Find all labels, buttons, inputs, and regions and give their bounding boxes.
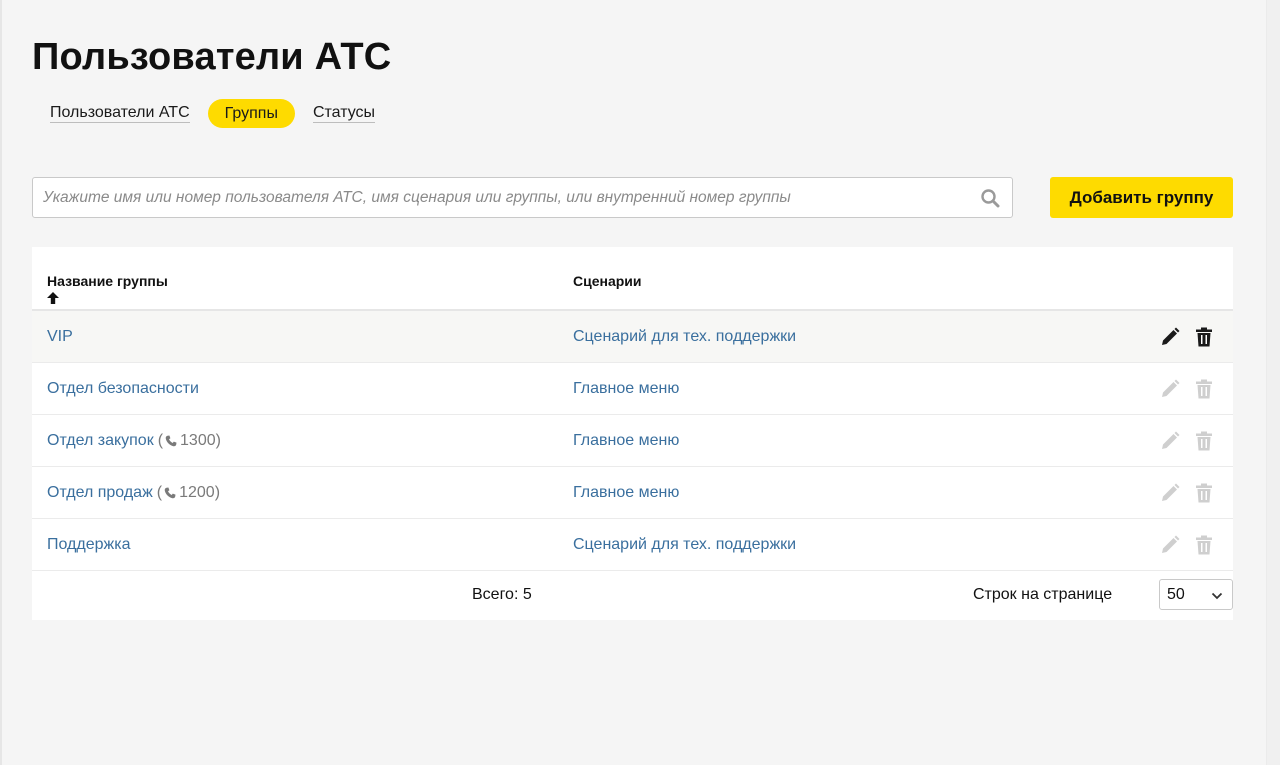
scenario-link[interactable]: Сценарий для тех. поддержки [573, 536, 796, 554]
scenario-cell: Главное меню [573, 415, 679, 467]
group-name-cell: Отдел безопасности [47, 363, 199, 415]
search-input[interactable] [33, 178, 979, 217]
trash-icon[interactable] [1193, 378, 1215, 400]
row-actions [1159, 467, 1215, 519]
column-header-scenarios: Сценарии [573, 273, 642, 289]
trash-icon[interactable] [1193, 482, 1215, 504]
phone-icon [165, 435, 177, 447]
pencil-icon[interactable] [1159, 534, 1181, 556]
column-header-name[interactable]: Название группы [47, 273, 168, 289]
table-row: Отдел закупок ( 1300 ) Главное меню [32, 415, 1233, 467]
extension-close-paren: ) [214, 484, 221, 501]
table-row: VIP Сценарий для тех. поддержки [32, 311, 1233, 363]
row-actions [1159, 311, 1215, 363]
table-row: Отдел безопасности Главное меню [32, 363, 1233, 415]
pencil-icon[interactable] [1159, 482, 1181, 504]
scenario-cell: Сценарий для тех. поддержки [573, 311, 796, 363]
row-actions [1159, 519, 1215, 571]
group-name-link[interactable]: Отдел продаж [47, 484, 153, 502]
tab-groups[interactable]: Группы [207, 99, 295, 128]
scenario-link[interactable]: Главное меню [573, 380, 679, 398]
window-left-edge [0, 0, 2, 765]
page-title: Пользователи АТС [32, 36, 392, 78]
tab-label: Группы [224, 104, 278, 122]
search-icon[interactable] [979, 187, 1001, 209]
rows-per-page-select[interactable]: 50 [1159, 579, 1233, 610]
total-count: Всего: 5 [472, 586, 532, 603]
scenario-cell: Главное меню [573, 467, 679, 519]
pencil-icon[interactable] [1159, 326, 1181, 348]
group-extension: ( 1300 ) [158, 432, 221, 450]
extension-close-paren: ) [215, 432, 221, 449]
scenario-link[interactable]: Главное меню [573, 432, 679, 450]
pencil-icon[interactable] [1159, 430, 1181, 452]
tab-bar: Пользователи АТС Группы Статусы [32, 99, 393, 128]
group-name-cell: VIP [47, 311, 73, 363]
search-box [32, 177, 1013, 218]
tab-label: Пользователи АТС [50, 104, 190, 123]
extension-number: 1200 [179, 484, 215, 501]
table-header: Название группы Сценарии [32, 247, 1233, 311]
group-name-cell: Отдел продаж ( 1200 ) [47, 467, 220, 519]
row-actions [1159, 363, 1215, 415]
row-actions [1159, 415, 1215, 467]
group-name-link[interactable]: VIP [47, 328, 73, 346]
chevron-down-icon [1211, 589, 1223, 607]
rows-per-page-label: Строк на странице [973, 586, 1113, 603]
rows-per-page-value: 50 [1167, 585, 1185, 603]
trash-icon[interactable] [1193, 534, 1215, 556]
group-name-link[interactable]: Поддержка [47, 536, 130, 554]
extension-open-paren: ( [156, 484, 163, 501]
add-group-button[interactable]: Добавить группу [1050, 177, 1233, 218]
groups-table: Название группы Сценарии VIP Сценарий дл… [32, 247, 1233, 620]
scenario-link[interactable]: Главное меню [573, 484, 679, 502]
phone-icon [164, 487, 176, 499]
scenario-cell: Сценарий для тех. поддержки [573, 519, 796, 571]
table-footer: Всего: 5 Строк на странице 50 [32, 571, 1233, 619]
group-name-link[interactable]: Отдел закупок [47, 432, 154, 450]
arrow-up-icon[interactable] [47, 291, 59, 309]
extension-open-paren: ( [157, 432, 164, 449]
scrollbar-track[interactable] [1266, 0, 1280, 765]
extension-number: 1300 [180, 432, 216, 449]
scenario-link[interactable]: Сценарий для тех. поддержки [573, 328, 796, 346]
group-name-cell: Поддержка [47, 519, 130, 571]
table-row: Поддержка Сценарий для тех. поддержки [32, 519, 1233, 571]
pencil-icon[interactable] [1159, 378, 1181, 400]
tab-statuses[interactable]: Статусы [295, 99, 393, 128]
group-extension: ( 1200 ) [157, 484, 220, 502]
table-row: Отдел продаж ( 1200 ) Главное меню [32, 467, 1233, 519]
tab-label: Статусы [312, 104, 376, 123]
scenario-cell: Главное меню [573, 363, 679, 415]
trash-icon[interactable] [1193, 326, 1215, 348]
group-name-link[interactable]: Отдел безопасности [47, 380, 199, 398]
tab-pbx-users[interactable]: Пользователи АТС [32, 99, 208, 128]
group-name-cell: Отдел закупок ( 1300 ) [47, 415, 221, 467]
trash-icon[interactable] [1193, 430, 1215, 452]
